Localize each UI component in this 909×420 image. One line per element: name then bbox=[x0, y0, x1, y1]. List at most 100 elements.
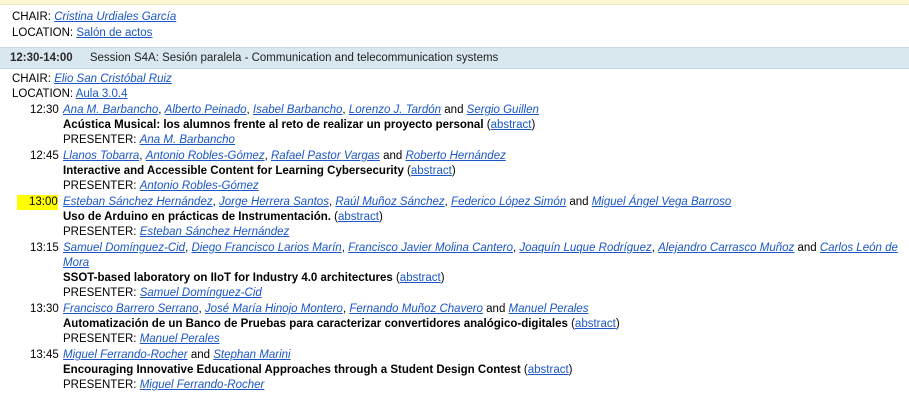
previous-session-info: CHAIR: Cristina Urdiales García LOCATION… bbox=[0, 9, 909, 41]
author-list: Esteban Sánchez Hernández, Jorge Herrera… bbox=[63, 196, 732, 208]
author-link[interactable]: Francisco Barrero Serrano bbox=[63, 303, 199, 315]
author-link[interactable]: Alejandro Carrasco Muñoz bbox=[658, 242, 794, 254]
author-link[interactable]: Fernando Muñoz Chavero bbox=[349, 303, 483, 315]
author-link[interactable]: Sergio Guillen bbox=[467, 104, 539, 116]
session-chair-line: CHAIR: Elio San Cristóbal Ruiz bbox=[12, 72, 909, 87]
author-link[interactable]: Ana M. Barbancho bbox=[63, 104, 158, 116]
presenter-line: PRESENTER: Esteban Sánchez Hernández bbox=[63, 225, 909, 240]
presenter-line: PRESENTER: Samuel Domínguez-Cid bbox=[63, 286, 909, 301]
presenter-link[interactable]: Esteban Sánchez Hernández bbox=[140, 226, 290, 238]
and-text: and bbox=[569, 196, 589, 208]
location-label: LOCATION: bbox=[12, 88, 74, 100]
author-link[interactable]: Miguel Ángel Vega Barroso bbox=[592, 196, 732, 208]
author-link[interactable]: Joaquín Luque Rodríguez bbox=[519, 242, 651, 254]
talk-title-line: Interactive and Accessible Content for L… bbox=[63, 164, 909, 179]
talk-title-line: SSOT-based laboratory on IIoT for Indust… bbox=[63, 271, 909, 286]
abstract-link[interactable]: abstract bbox=[411, 165, 452, 177]
author-link[interactable]: Lorenzo J. Tardón bbox=[349, 104, 441, 116]
talk-title: Encouraging Innovative Educational Appro… bbox=[63, 364, 521, 376]
and-text: and bbox=[383, 150, 403, 162]
chair-label: CHAIR: bbox=[12, 73, 51, 85]
presenter-label: PRESENTER: bbox=[63, 180, 137, 192]
session-location-link[interactable]: Aula 3.0.4 bbox=[76, 88, 128, 100]
close-paren: ) bbox=[531, 119, 536, 131]
author-link[interactable]: Antonio Robles-Gómez bbox=[146, 150, 265, 162]
abstract-link[interactable]: abstract bbox=[528, 364, 569, 376]
talk-time: 13:15 bbox=[30, 242, 59, 254]
presenter-label: PRESENTER: bbox=[63, 287, 137, 299]
abstract-link[interactable]: abstract bbox=[338, 211, 379, 223]
author-link[interactable]: Jorge Herrera Santos bbox=[219, 196, 329, 208]
previous-location-link[interactable]: Salón de actos bbox=[76, 27, 152, 39]
author-link[interactable]: Manuel Perales bbox=[509, 303, 589, 315]
author-link[interactable]: Isabel Barbancho bbox=[253, 104, 343, 116]
presenter-line: PRESENTER: Antonio Robles-Gómez bbox=[63, 179, 909, 194]
presenter-label: PRESENTER: bbox=[63, 333, 137, 345]
abstract-link[interactable]: abstract bbox=[491, 119, 532, 131]
abstract-wrapper: (abstract) bbox=[407, 165, 456, 177]
session-chair-link[interactable]: Elio San Cristóbal Ruiz bbox=[54, 73, 172, 85]
talk-title: Automatización de un Banco de Pruebas pa… bbox=[63, 318, 568, 330]
presenter-label: PRESENTER: bbox=[63, 379, 137, 391]
author-list: Llanos Tobarra, Antonio Robles-Gómez, Ra… bbox=[63, 150, 506, 162]
close-paren: ) bbox=[378, 211, 383, 223]
talk-list: 12:30 Ana M. Barbancho, Alberto Peinado, … bbox=[0, 103, 909, 393]
and-text: and bbox=[797, 242, 817, 254]
previous-chair-link[interactable]: Cristina Urdiales García bbox=[54, 11, 176, 23]
abstract-wrapper: (abstract) bbox=[487, 119, 536, 131]
author-list: Ana M. Barbancho, Alberto Peinado, Isabe… bbox=[63, 104, 539, 116]
author-list: Miguel Ferrando-Rocher and Stephan Marin… bbox=[63, 348, 909, 363]
presenter-link[interactable]: Manuel Perales bbox=[140, 333, 220, 345]
author-link[interactable]: Alberto Peinado bbox=[165, 104, 247, 116]
session-header: 12:30-14:00 Session S4A: Sesión paralela… bbox=[0, 47, 909, 69]
presenter-link[interactable]: Antonio Robles-Gómez bbox=[140, 180, 259, 192]
close-paren: ) bbox=[568, 364, 573, 376]
author-list: Francisco Barrero Serrano, José María Hi… bbox=[63, 303, 589, 315]
and-text: and bbox=[444, 104, 464, 116]
author-link[interactable]: Federico López Simón bbox=[451, 196, 566, 208]
author-link[interactable]: Raúl Muñoz Sánchez bbox=[335, 196, 444, 208]
talk-entry: 12:45 Llanos Tobarra, Antonio Robles-Góme… bbox=[0, 149, 909, 194]
author-link[interactable]: Samuel Domínguez-Cid bbox=[63, 242, 185, 254]
close-paren: ) bbox=[615, 318, 620, 330]
author-list: Samuel Domínguez-Cid, Diego Francisco La… bbox=[63, 242, 898, 269]
session-location-line: LOCATION: Aula 3.0.4 bbox=[12, 87, 909, 102]
previous-location-line: LOCATION: Salón de actos bbox=[12, 25, 909, 41]
abstract-link[interactable]: abstract bbox=[575, 318, 616, 330]
presenter-line: PRESENTER: Ana M. Barbancho bbox=[63, 133, 909, 148]
presenter-link[interactable]: Ana M. Barbancho bbox=[140, 134, 235, 146]
chair-label: CHAIR: bbox=[12, 11, 51, 23]
session-time: 12:30-14:00 bbox=[10, 52, 73, 64]
talk-time: 12:45 bbox=[30, 150, 59, 162]
and-text: and bbox=[486, 303, 506, 315]
presenter-link[interactable]: Miguel Ferrando-Rocher bbox=[140, 379, 265, 391]
abstract-wrapper: (abstract) bbox=[396, 272, 445, 284]
author-link[interactable]: Stephan Marini bbox=[213, 349, 290, 361]
abstract-link[interactable]: abstract bbox=[400, 272, 441, 284]
author-link[interactable]: José María Hinojo Montero bbox=[205, 303, 343, 315]
talk-entry: 12:30 Ana M. Barbancho, Alberto Peinado, … bbox=[0, 103, 909, 148]
presenter-line: PRESENTER: Manuel Perales bbox=[63, 332, 909, 347]
previous-chair-line: CHAIR: Cristina Urdiales García bbox=[12, 9, 909, 25]
author-link[interactable]: Llanos Tobarra bbox=[63, 150, 139, 162]
author-link[interactable]: Esteban Sánchez Hernández bbox=[63, 196, 213, 208]
abstract-wrapper: (abstract) bbox=[524, 364, 573, 376]
abstract-wrapper: (abstract) bbox=[334, 211, 383, 223]
author-link[interactable]: Rafael Pastor Vargas bbox=[271, 150, 380, 162]
author-link[interactable]: Roberto Hernández bbox=[405, 150, 505, 162]
session-title: Session S4A: Sesión paralela - Communica… bbox=[89, 52, 499, 64]
talk-entry: 13:45 Miguel Ferrando-Rocher and Stephan … bbox=[0, 348, 909, 393]
author-link[interactable]: Francisco Javier Molina Cantero bbox=[348, 242, 513, 254]
talk-title: Uso de Arduino en prácticas de Instrumen… bbox=[63, 211, 331, 223]
presenter-link[interactable]: Samuel Domínguez-Cid bbox=[140, 287, 262, 299]
talk-title-line: Acústica Musical: los alumnos frente al … bbox=[63, 118, 909, 133]
talk-time: 13:45 bbox=[30, 349, 59, 361]
talk-title: SSOT-based laboratory on IIoT for Indust… bbox=[63, 272, 393, 284]
talk-time: 13:00 bbox=[17, 195, 58, 210]
presenter-label: PRESENTER: bbox=[63, 134, 137, 146]
author-link[interactable]: Miguel Ferrando-Rocher bbox=[63, 349, 188, 361]
talk-title: Acústica Musical: los alumnos frente al … bbox=[63, 119, 484, 131]
author-link[interactable]: Diego Francisco Larios Marín bbox=[191, 242, 341, 254]
session-info: CHAIR: Elio San Cristóbal Ruiz LOCATION:… bbox=[0, 72, 909, 102]
talk-time: 13:30 bbox=[30, 303, 59, 315]
